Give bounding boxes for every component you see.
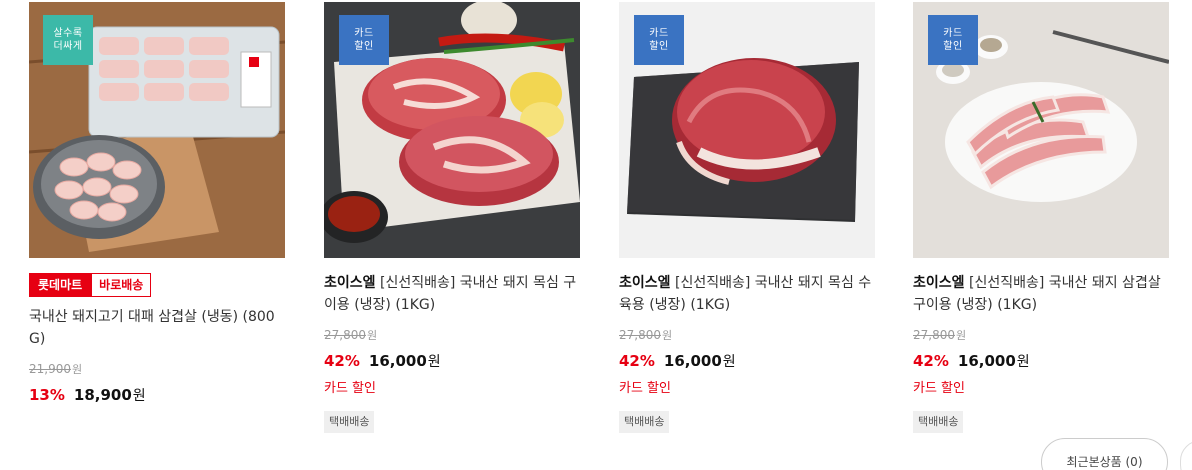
discount-rate: 42% — [913, 352, 949, 370]
card-discount-label: 카드 할인 — [913, 381, 965, 396]
delivery-tags: 롯데마트 바로배송 — [29, 273, 285, 297]
card-discount-label: 카드 할인 — [324, 381, 376, 396]
product-title[interactable]: 국내산 돼지고기 대패 삼겹살 (냉동) (800G) — [29, 306, 285, 350]
discount-rate: 42% — [619, 352, 655, 370]
original-price: 21,900원 — [29, 362, 83, 376]
scroll-top-button[interactable] — [1180, 440, 1192, 470]
sale-price: 13% 18,900원 — [29, 386, 146, 404]
sale-price: 42% 16,000원 — [913, 352, 1030, 370]
shipping-badge: 택배배송 — [913, 411, 964, 433]
product-image[interactable]: 살수록 더싸게 — [29, 2, 285, 258]
store-tag: 롯데마트 — [29, 273, 92, 297]
product-grid: 살수록 더싸게 롯데마트 바로배송 국내산 돼지고기 대패 삼겹살 (냉동) (… — [0, 0, 1192, 470]
product-title[interactable]: 초이스엘 [신선직배송] 국내산 돼지 목심 수육용 (냉장) (1KG) — [619, 272, 875, 316]
recently-viewed-button[interactable]: 최근본상품 (0) — [1041, 438, 1168, 470]
brand-name: 초이스엘 — [913, 275, 965, 291]
card-discount-badge: 카드 할인 — [928, 15, 978, 65]
product-image[interactable]: 카드 할인 — [619, 2, 875, 258]
sale-price: 42% 16,000원 — [619, 352, 736, 370]
original-price: 27,800원 — [324, 328, 378, 342]
product-image[interactable]: 카드 할인 — [913, 2, 1169, 258]
brand-name: 초이스엘 — [324, 275, 376, 291]
card-discount-label: 카드 할인 — [619, 381, 671, 396]
discount-rate: 13% — [29, 386, 65, 404]
shipping-badge: 택배배송 — [619, 411, 670, 433]
sale-price: 42% 16,000원 — [324, 352, 441, 370]
product-image[interactable]: 카드 할인 — [324, 2, 580, 258]
promo-badge: 살수록 더싸게 — [43, 15, 93, 65]
delivery-tag: 바로배송 — [91, 273, 152, 297]
original-price: 27,800원 — [619, 328, 673, 342]
shipping-badge: 택배배송 — [324, 411, 375, 433]
product-card[interactable]: 카드 할인 초이스엘 [신선직배송] 국내산 돼지 목심 구이용 (냉장) (1… — [324, 2, 580, 433]
product-card[interactable]: 카드 할인 초이스엘 [신선직배송] 국내산 돼지 목심 수육용 (냉장) (1… — [619, 2, 875, 433]
discount-rate: 42% — [324, 352, 360, 370]
product-card[interactable]: 카드 할인 초이스엘 [신선직배송] 국내산 돼지 삼겹살 구이용 (냉장) (… — [913, 2, 1169, 433]
product-title[interactable]: 초이스엘 [신선직배송] 국내산 돼지 목심 구이용 (냉장) (1KG) — [324, 272, 580, 316]
brand-name: 초이스엘 — [619, 275, 671, 291]
product-card[interactable]: 살수록 더싸게 롯데마트 바로배송 국내산 돼지고기 대패 삼겹살 (냉동) (… — [29, 2, 285, 407]
card-discount-badge: 카드 할인 — [634, 15, 684, 65]
original-price: 27,800원 — [913, 328, 967, 342]
card-discount-badge: 카드 할인 — [339, 15, 389, 65]
product-title[interactable]: 초이스엘 [신선직배송] 국내산 돼지 삼겹살 구이용 (냉장) (1KG) — [913, 272, 1169, 316]
